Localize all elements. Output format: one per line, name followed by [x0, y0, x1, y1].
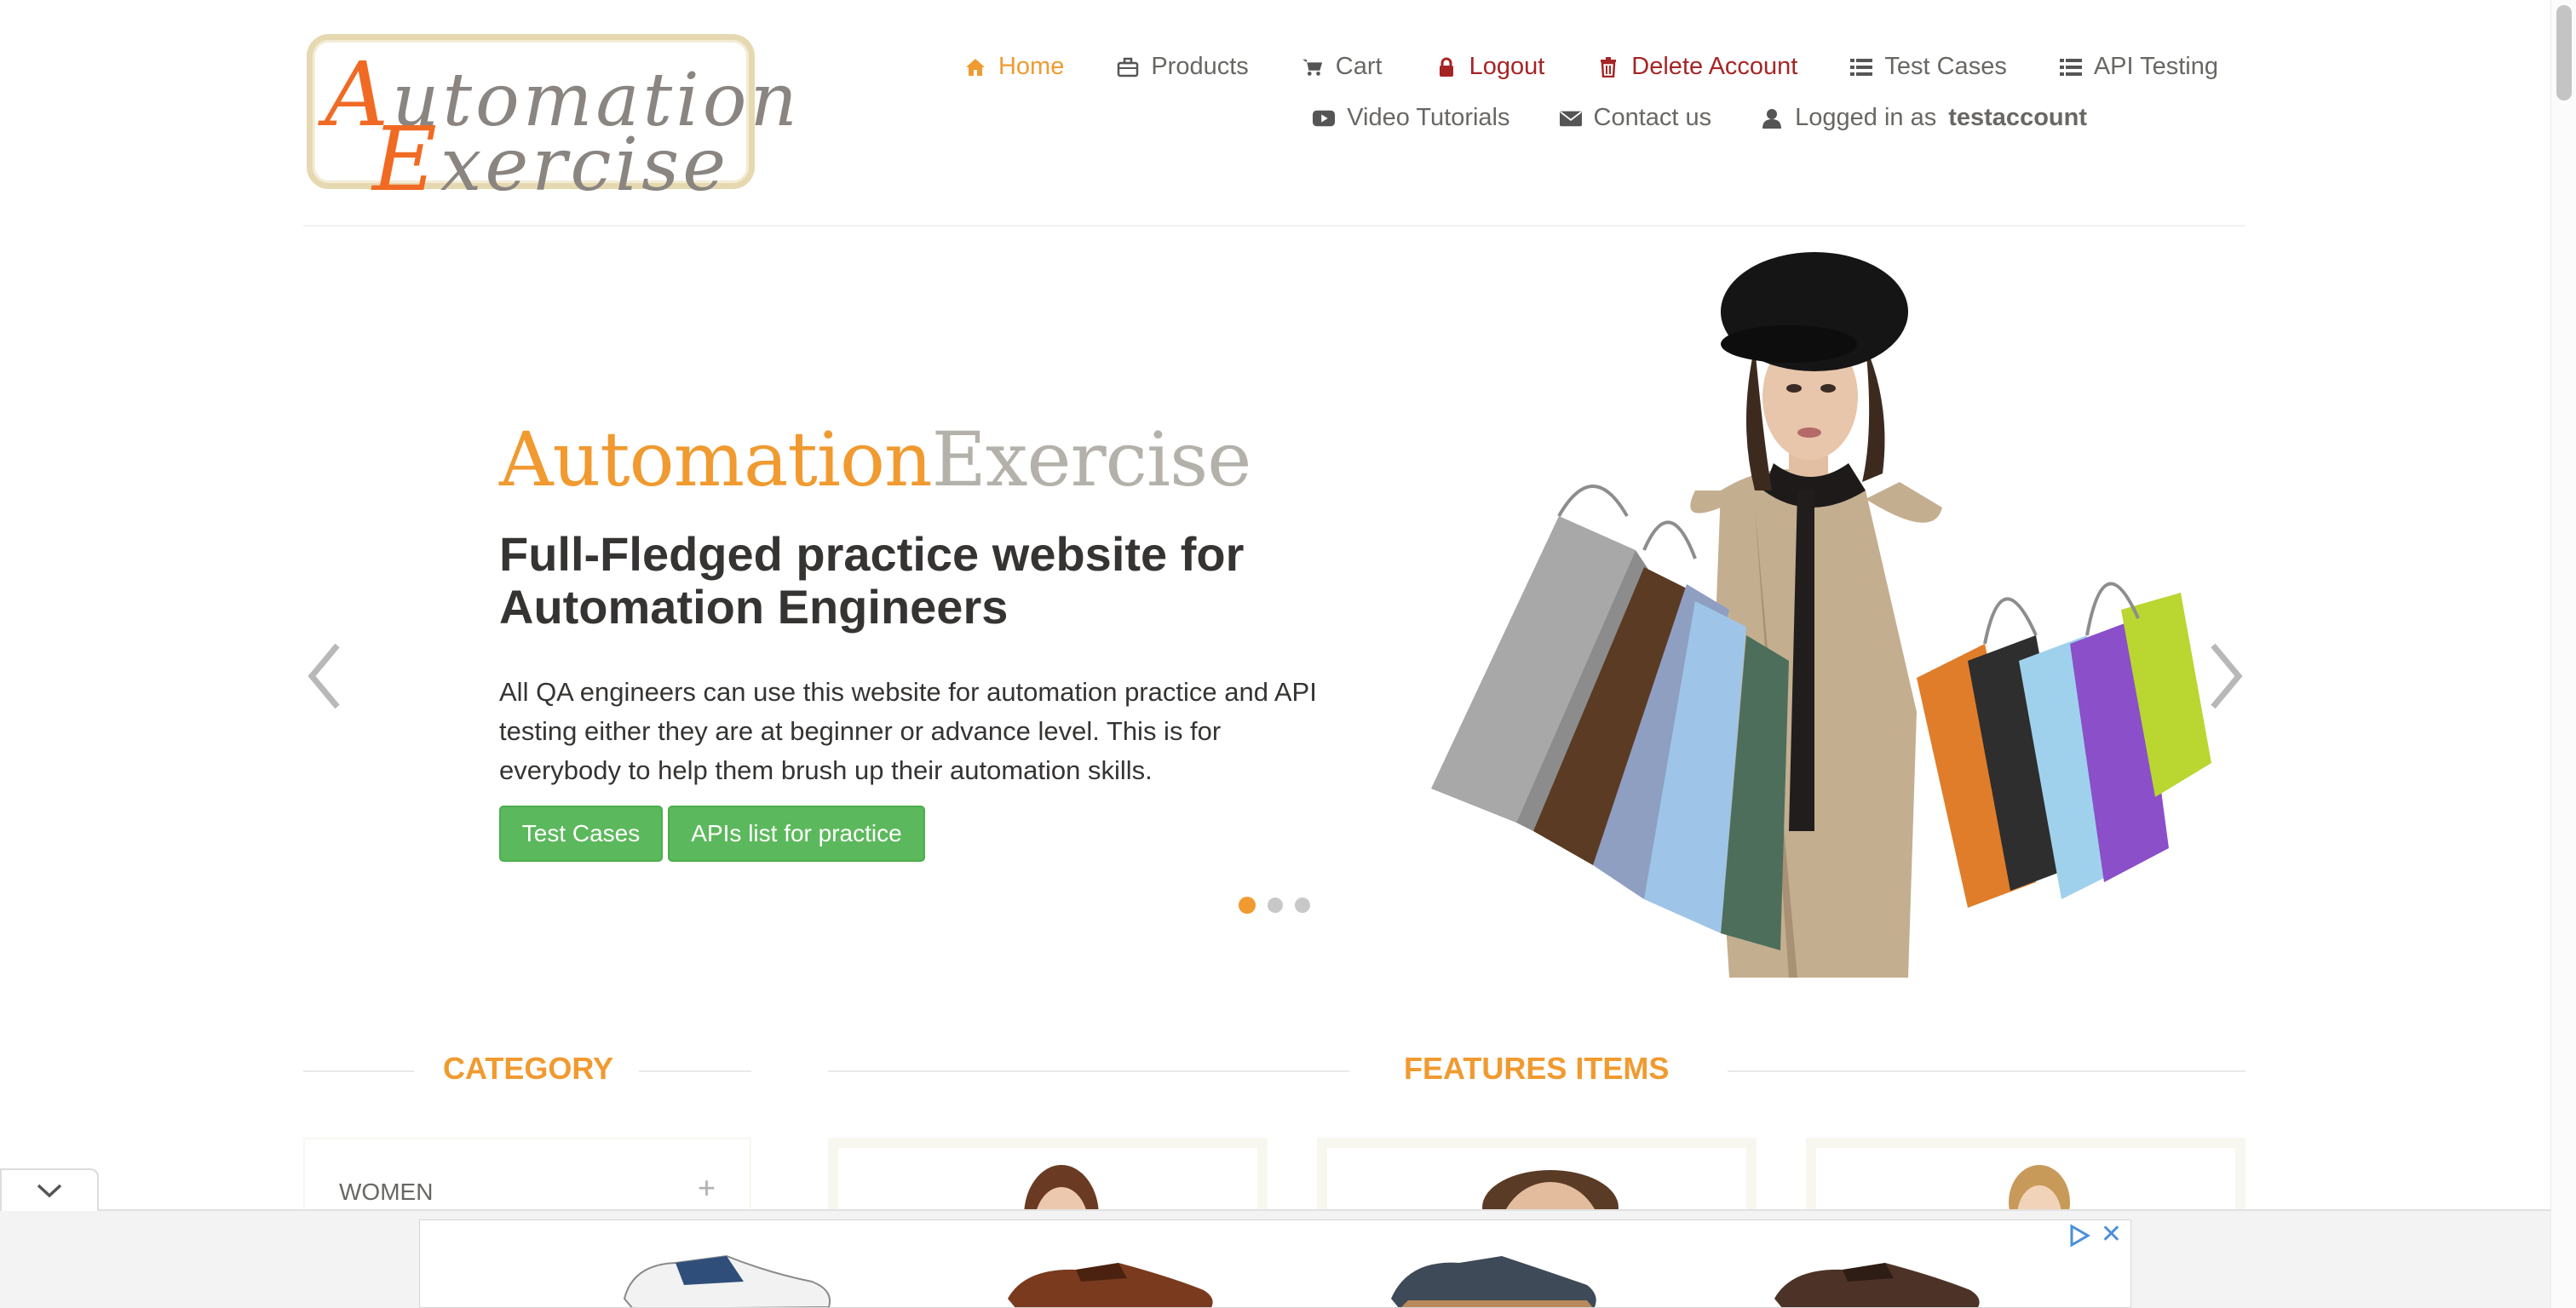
nav-api-testing[interactable]: API Testing [2059, 53, 2218, 81]
slider-brand-title: AutomationExercise [499, 416, 1251, 503]
slider-dot-2[interactable] [1268, 898, 1283, 913]
nav-contact-us[interactable]: Contact us [1559, 104, 1712, 132]
features-title: FEATURES ITEMS [1404, 1051, 1670, 1086]
chevron-left-icon [308, 643, 340, 709]
slider-headline: Full-Fledged practice website for Automa… [499, 527, 1245, 634]
close-icon[interactable]: ✕ [2101, 1222, 2122, 1248]
logged-in-username: testaccount [1948, 104, 2087, 131]
slider-next-button[interactable] [2205, 640, 2247, 712]
nav-home[interactable]: Home [964, 53, 1064, 81]
nav-products[interactable]: Products [1117, 53, 1249, 81]
list-icon [2059, 56, 2082, 78]
scrollbar-thumb[interactable] [2556, 5, 2572, 100]
shoe-image [1774, 1263, 1980, 1307]
nav-test-cases[interactable]: Test Cases [1850, 53, 2007, 81]
nav-video-tutorials-label: Video Tutorials [1347, 104, 1510, 131]
test-cases-button[interactable]: Test Cases [499, 806, 663, 862]
nav-products-label: Products [1151, 53, 1249, 80]
trash-icon [1597, 56, 1619, 78]
home-icon [964, 56, 986, 78]
chevron-right-icon [2211, 643, 2243, 709]
list-icon [1850, 56, 1873, 78]
category-title: CATEGORY [443, 1051, 614, 1086]
envelope-icon [1559, 107, 1582, 129]
header-divider [303, 225, 2245, 227]
slider-prev-button[interactable] [303, 640, 346, 712]
page-scrollbar[interactable] [2550, 0, 2576, 1308]
nav-home-label: Home [998, 53, 1065, 80]
main-nav: Home Products Cart Logout Delete Account… [964, 53, 2218, 81]
nav-cart[interactable]: Cart [1302, 53, 1383, 81]
nav-cart-label: Cart [1335, 53, 1383, 80]
lock-icon [1435, 56, 1458, 78]
adchoices-icon[interactable] [2067, 1224, 2091, 1252]
nav-api-testing-label: API Testing [2093, 53, 2218, 80]
category-title-line-right [639, 1070, 751, 1072]
category-women-toggle[interactable]: + [698, 1170, 716, 1206]
secondary-nav: Video Tutorials Contact us Logged in as … [1313, 104, 2087, 132]
site-logo[interactable]: Automation Exercise [307, 34, 797, 204]
ad-collapse-tab[interactable] [0, 1168, 99, 1211]
features-title-line-left [828, 1070, 1349, 1072]
shoe-image [1391, 1256, 1596, 1307]
slider-dot-3[interactable] [1295, 898, 1310, 913]
nav-delete-account[interactable]: Delete Account [1597, 53, 1797, 81]
nav-video-tutorials[interactable]: Video Tutorials [1313, 104, 1510, 132]
nav-delete-account-label: Delete Account [1631, 53, 1798, 80]
user-icon [1761, 107, 1783, 129]
shoe-image [623, 1254, 831, 1307]
logo-line-2: Exercise [372, 107, 730, 211]
chevron-down-icon [37, 1184, 62, 1198]
nav-test-cases-label: Test Cases [1884, 53, 2007, 80]
cart-icon [1302, 56, 1324, 78]
nav-logout[interactable]: Logout [1435, 53, 1545, 81]
nav-logout-label: Logout [1469, 53, 1545, 80]
hero-image [1389, 235, 2211, 978]
features-title-line-right [1728, 1070, 2245, 1072]
ad-banner[interactable]: ✕ [419, 1219, 2131, 1308]
nav-logged-in-as: Logged in as testaccount [1761, 104, 2087, 132]
logged-in-prefix: Logged in as [1795, 104, 1937, 131]
slider-dot-1[interactable] [1239, 897, 1256, 914]
apis-list-button[interactable]: APIs list for practice [668, 806, 925, 862]
nav-contact-us-label: Contact us [1593, 104, 1712, 131]
category-title-line-left [303, 1070, 414, 1072]
youtube-icon [1313, 107, 1336, 129]
category-women[interactable]: WOMEN [339, 1179, 433, 1206]
slider-description: All QA engineers can use this website fo… [499, 677, 1317, 785]
slider-indicators [1239, 897, 1310, 914]
briefcase-icon [1117, 56, 1139, 78]
shoe-image [1008, 1263, 1213, 1307]
